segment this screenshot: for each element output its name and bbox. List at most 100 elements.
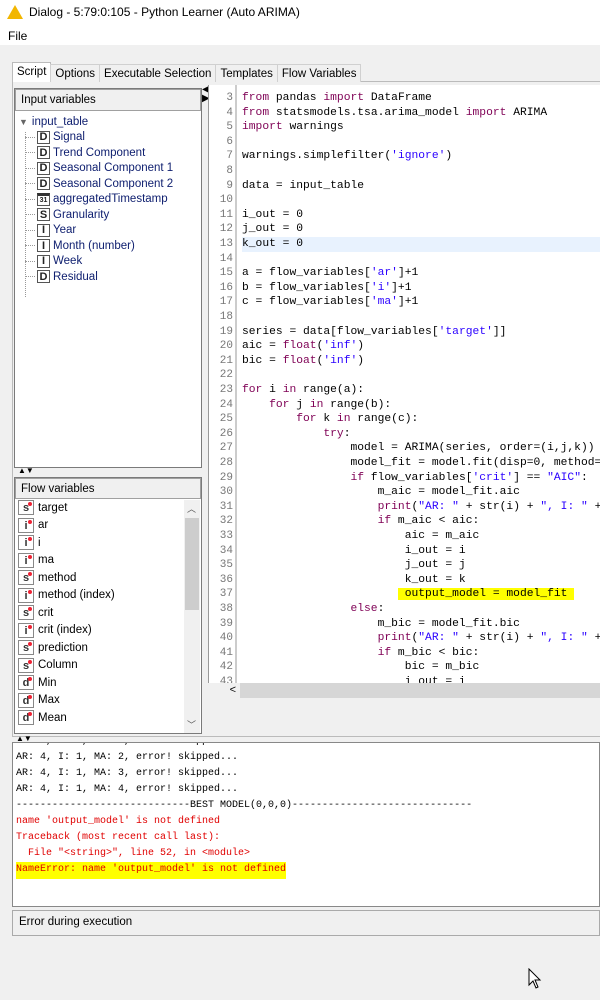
code-line[interactable]: 41 if m_bic < bic:: [209, 646, 600, 661]
tree-item-column[interactable]: I Month (number): [15, 238, 201, 254]
code-line[interactable]: 33 aic = m_aic: [209, 529, 600, 544]
tree-item-column[interactable]: I Year: [15, 223, 201, 239]
code-line[interactable]: 15 a = flow_variables['ar']+1: [209, 266, 600, 281]
code-line[interactable]: 9 data = input_table: [209, 179, 600, 194]
tab-options[interactable]: Options: [50, 64, 101, 82]
tree-node-input-table[interactable]: ▼ input_table: [15, 114, 201, 130]
code-line[interactable]: 21 bic = float('inf'): [209, 354, 600, 369]
code-line[interactable]: 26 try:: [209, 427, 600, 442]
tree-connector: [25, 198, 35, 200]
tab-templates[interactable]: Templates: [215, 64, 278, 82]
flow-variable-item[interactable]: i method (index): [15, 587, 201, 605]
code-token: + str(i) +: [458, 500, 541, 513]
tab-script[interactable]: Script: [12, 62, 52, 82]
line-number: 5: [226, 121, 233, 134]
code-line[interactable]: 18: [209, 310, 600, 325]
code-line[interactable]: 42 bic = m_bic: [209, 660, 600, 675]
tree-item-column[interactable]: D Seasonal Component 2: [15, 176, 201, 192]
flow-variable-item[interactable]: s crit: [15, 604, 201, 622]
code-line[interactable]: 40 print("AR: " + str(i) + ", I: " +: [209, 631, 600, 646]
line-number: 10: [219, 194, 233, 207]
column-type-icon: D: [37, 161, 50, 175]
vertical-scrollbar[interactable]: ︿ ﹀: [184, 500, 200, 733]
code-line[interactable]: 8: [209, 164, 600, 179]
scroll-down-icon[interactable]: ﹀: [187, 718, 196, 731]
flow-variables-list: s target i ar i i i ma s method i method (index) s cr…: [15, 499, 201, 727]
code-line[interactable]: 39 m_bic = model_fit.bic: [209, 617, 600, 632]
panel-splitter-arrows[interactable]: ▲▼: [18, 467, 48, 475]
code-line[interactable]: 11 i_out = 0: [209, 208, 600, 223]
tree-item-column[interactable]: D Trend Component: [15, 145, 201, 161]
code-token: warnings.simplefilter(: [242, 150, 392, 163]
code-line[interactable]: 28 model_fit = model.fit(disp=0, method=: [209, 456, 600, 471]
flow-variable-item[interactable]: i ma: [15, 552, 201, 570]
tree-item-column[interactable]: D Signal: [15, 130, 201, 146]
code-line[interactable]: 19 series = data[flow_variables['target']…: [209, 325, 600, 340]
highlighted-token: output_model = model_fit: [397, 588, 575, 601]
tree-item-column[interactable]: S Granularity: [15, 207, 201, 223]
code-line[interactable]: 27 model = ARIMA(series, order=(i,j,k)): [209, 441, 600, 456]
flow-variable-item[interactable]: ii: [15, 534, 201, 552]
code-line[interactable]: 32 if m_aic < aic:: [209, 514, 600, 529]
tab-executable-selection[interactable]: Executable Selection: [99, 64, 217, 82]
code-line[interactable]: 16 b = flow_variables['i']+1: [209, 281, 600, 296]
code-line[interactable]: 25 for k in range(c):: [209, 412, 600, 427]
scrollbar-thumb[interactable]: [185, 518, 199, 610]
flow-variable-item[interactable]: s prediction: [15, 639, 201, 657]
column-type-icon: D: [37, 130, 50, 144]
flow-variable-item[interactable]: s method: [15, 569, 201, 587]
code-line[interactable]: 13 k_out = 0: [209, 237, 600, 252]
code-line[interactable]: 6: [209, 135, 600, 150]
code-line[interactable]: 34 i_out = i: [209, 544, 600, 559]
scroll-up-icon[interactable]: ︿: [187, 502, 196, 515]
line-number: 36: [219, 573, 233, 586]
column-name: Seasonal Component 2: [53, 177, 174, 190]
tree-item-column[interactable]: D Residual: [15, 269, 201, 285]
horizontal-scrollbar[interactable]: <: [208, 683, 600, 698]
console-text: AR: 4, I: 1, MA: 1, error! skipped...: [16, 743, 238, 747]
code-line[interactable]: 20 aic = float('inf'): [209, 339, 600, 354]
tree-item-column[interactable]: I Week: [15, 254, 201, 270]
code-line[interactable]: 17 c = flow_variables['ma']+1: [209, 295, 600, 310]
code-line[interactable]: 7 warnings.simplefilter('ignore'): [209, 149, 600, 164]
code-line[interactable]: 24 for j in range(b):: [209, 398, 600, 413]
code-line[interactable]: 22: [209, 368, 600, 383]
menu-file[interactable]: File: [8, 29, 27, 43]
code-token: series = data[flow_variables[: [242, 325, 439, 338]
code-line[interactable]: 3 from pandas import DataFrame: [209, 91, 600, 106]
code-text: for j in range(b):: [242, 398, 600, 413]
tree-connector: [25, 167, 35, 169]
code-line[interactable]: 35 j_out = j: [209, 558, 600, 573]
tree-item-column[interactable]: D Seasonal Component 1: [15, 161, 201, 177]
flow-variable-item[interactable]: d Min: [15, 674, 201, 692]
code-line[interactable]: 12 j_out = 0: [209, 222, 600, 237]
code-editor[interactable]: 3 from pandas import DataFrame 4 from stats…: [208, 85, 600, 683]
flow-variable-item[interactable]: s Column: [15, 657, 201, 675]
code-line[interactable]: 43 i_out = i: [209, 675, 600, 683]
tree-item-column[interactable]: 31 aggregatedTimestamp: [15, 192, 201, 208]
scroll-left-icon[interactable]: <: [208, 683, 240, 698]
code-line[interactable]: 38 else:: [209, 602, 600, 617]
flow-variable-item[interactable]: i ar: [15, 517, 201, 535]
code-line[interactable]: 36 k_out = k: [209, 573, 600, 588]
flow-variable-item[interactable]: s target: [15, 499, 201, 517]
code-line[interactable]: 5 import warnings: [209, 120, 600, 135]
code-line[interactable]: 14: [209, 252, 600, 267]
tab-flow-variables[interactable]: Flow Variables: [276, 64, 362, 82]
code-line[interactable]: 29 if flow_variables['crit'] == "AIC":: [209, 471, 600, 486]
code-line[interactable]: 30 m_aic = model_fit.aic: [209, 485, 600, 500]
code-line[interactable]: 37 output_model = model_fit: [209, 587, 600, 602]
line-number: 42: [219, 661, 233, 674]
code-line[interactable]: 10: [209, 193, 600, 208]
expand-triangle-icon[interactable]: ▼: [19, 117, 28, 127]
code-text: else:: [242, 602, 600, 617]
code-line[interactable]: 23 for i in range(a):: [209, 383, 600, 398]
code-line[interactable]: 4 from statsmodels.tsa.arima_model import…: [209, 106, 600, 121]
code-token: a = flow_variables[: [242, 267, 371, 280]
string-token: 'inf': [323, 340, 358, 353]
flow-variable-item[interactable]: d Mean: [15, 709, 201, 727]
code-line[interactable]: 31 print("AR: " + str(i) + ", I: " +: [209, 500, 600, 515]
flow-variable-item[interactable]: d Max: [15, 692, 201, 710]
flow-variable-item[interactable]: i crit (index): [15, 622, 201, 640]
